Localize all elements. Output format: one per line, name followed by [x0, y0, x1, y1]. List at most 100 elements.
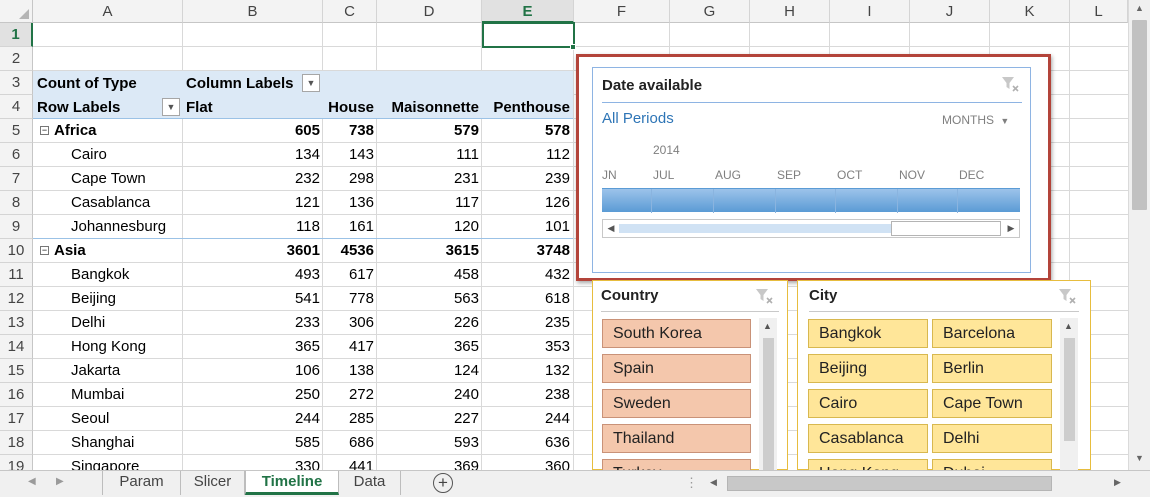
pivot-group-label[interactable]: Africa	[54, 119, 174, 143]
column-header-e[interactable]: E	[482, 0, 574, 23]
tab-timeline[interactable]: Timeline	[245, 471, 339, 495]
scroll-up-icon[interactable]: ▲	[763, 321, 772, 331]
city-slicer-item[interactable]: Cairo	[808, 389, 928, 418]
horizontal-scrollbar[interactable]: ◀ ▶	[705, 474, 1130, 493]
tab-data[interactable]: Data	[339, 471, 401, 495]
row-header-12[interactable]: 12	[0, 287, 33, 311]
row-header-14[interactable]: 14	[0, 335, 33, 359]
country-slicer-item[interactable]: South Korea	[602, 319, 751, 348]
scroll-right-icon[interactable]: ▶	[1004, 221, 1018, 236]
row-header-11[interactable]: 11	[0, 263, 33, 287]
row-header-7[interactable]: 7	[0, 167, 33, 191]
city-slicer[interactable]: City BangkokBeijingCairoCasablancaHong K…	[797, 280, 1091, 488]
pivot-row-label[interactable]: Hong Kong	[71, 335, 181, 359]
pivot-row-label[interactable]: Delhi	[71, 311, 181, 335]
collapse-icon[interactable]: −	[40, 246, 49, 255]
pivot-row-label[interactable]: Singapore	[71, 455, 181, 470]
split-handle-icon[interactable]: ⋮	[685, 475, 698, 491]
row-header-9[interactable]: 9	[0, 215, 33, 239]
country-slicer-scrollbar[interactable]: ▲	[759, 318, 777, 473]
timeline-level-selector[interactable]: MONTHS ▼	[942, 113, 1009, 127]
clear-filter-icon[interactable]	[1000, 74, 1020, 94]
column-header-d[interactable]: D	[377, 0, 482, 23]
column-header-i[interactable]: I	[830, 0, 910, 23]
pivot-row-label[interactable]: Cairo	[71, 143, 181, 167]
vertical-scrollbar[interactable]: ▲ ▼	[1128, 0, 1150, 470]
column-header-h[interactable]: H	[750, 0, 830, 23]
column-header-f[interactable]: F	[574, 0, 670, 23]
column-labels-dropdown-icon[interactable]: ▼	[302, 74, 320, 92]
pivot-row-label[interactable]: Johannesburg	[71, 215, 181, 239]
row-header-19[interactable]: 19	[0, 455, 33, 470]
scroll-left-icon[interactable]: ◀	[710, 477, 717, 488]
timeline-period-bar[interactable]	[602, 188, 1020, 213]
scroll-up-icon[interactable]: ▲	[1135, 3, 1144, 13]
timeline-date-available[interactable]: Date available All Periods MONTHS ▼ 2014…	[592, 67, 1031, 273]
scroll-left-icon[interactable]: ◀	[604, 221, 618, 236]
scroll-down-icon[interactable]: ▼	[1135, 453, 1144, 463]
city-slicer-item[interactable]: Berlin	[932, 354, 1052, 383]
pivot-row-label[interactable]: Cape Town	[71, 167, 181, 191]
row-header-17[interactable]: 17	[0, 407, 33, 431]
row-labels-dropdown-icon[interactable]: ▼	[162, 98, 180, 116]
row-header-15[interactable]: 15	[0, 359, 33, 383]
city-slicer-item[interactable]: Beijing	[808, 354, 928, 383]
prev-sheet-icon[interactable]: ◀	[28, 476, 36, 487]
vertical-scroll-thumb[interactable]	[1132, 20, 1147, 210]
row-header-4[interactable]: 4	[0, 95, 33, 119]
column-header-c[interactable]: C	[323, 0, 377, 23]
timeline-scroll-track[interactable]	[619, 224, 891, 233]
city-slicer-scroll-thumb[interactable]	[1064, 338, 1075, 441]
column-header-b[interactable]: B	[183, 0, 323, 23]
row-header-13[interactable]: 13	[0, 311, 33, 335]
city-slicer-item[interactable]: Bangkok	[808, 319, 928, 348]
row-header-3[interactable]: 3	[0, 71, 33, 95]
pivot-row-label[interactable]: Beijing	[71, 287, 181, 311]
country-slicer[interactable]: Country South KoreaSpainSwedenThailandTu…	[592, 280, 788, 488]
column-header-k[interactable]: K	[990, 0, 1070, 23]
country-slicer-item[interactable]: Thailand	[602, 424, 751, 453]
pivot-group-label[interactable]: Asia	[54, 239, 174, 263]
row-header-6[interactable]: 6	[0, 143, 33, 167]
row-header-8[interactable]: 8	[0, 191, 33, 215]
column-header-l[interactable]: L	[1070, 0, 1128, 23]
country-slicer-scroll-thumb[interactable]	[763, 338, 774, 473]
pivot-row-label[interactable]: Mumbai	[71, 383, 181, 407]
column-header-a[interactable]: A	[33, 0, 183, 23]
clear-filter-icon[interactable]	[1057, 286, 1077, 306]
pivot-row-label[interactable]: Bangkok	[71, 263, 181, 287]
fill-handle[interactable]	[570, 44, 576, 50]
row-header-2[interactable]: 2	[0, 47, 33, 71]
horizontal-scroll-thumb[interactable]	[727, 476, 1052, 491]
city-slicer-item[interactable]: Delhi	[932, 424, 1052, 453]
column-header-j[interactable]: J	[910, 0, 990, 23]
scroll-up-icon[interactable]: ▲	[1064, 321, 1073, 331]
city-slicer-scrollbar[interactable]: ▲	[1060, 318, 1078, 471]
city-slicer-item[interactable]: Cape Town	[932, 389, 1052, 418]
country-slicer-item[interactable]: Sweden	[602, 389, 751, 418]
row-header-18[interactable]: 18	[0, 431, 33, 455]
row-header-10[interactable]: 10	[0, 239, 33, 263]
pivot-row-label[interactable]: Casablanca	[71, 191, 181, 215]
scroll-right-icon[interactable]: ▶	[1114, 477, 1121, 488]
tab-param[interactable]: Param	[103, 471, 181, 495]
pivot-row-label[interactable]: Jakarta	[71, 359, 181, 383]
tab-slicer[interactable]: Slicer	[181, 471, 245, 495]
plus-circle-icon[interactable]: +	[433, 473, 453, 493]
row-header-5[interactable]: 5	[0, 119, 33, 143]
row-header-16[interactable]: 16	[0, 383, 33, 407]
next-sheet-icon[interactable]: ▶	[56, 476, 64, 487]
timeline-scrollbar[interactable]: ◀ ▶	[602, 219, 1020, 238]
timeline-scroll-thumb[interactable]	[891, 221, 1001, 236]
column-header-g[interactable]: G	[670, 0, 750, 23]
pivot-row-label[interactable]: Seoul	[71, 407, 181, 431]
city-slicer-item[interactable]: Barcelona	[932, 319, 1052, 348]
select-all-corner[interactable]	[0, 0, 33, 23]
country-slicer-item[interactable]: Spain	[602, 354, 751, 383]
row-header-1[interactable]: 1	[0, 23, 33, 47]
city-slicer-item[interactable]: Casablanca	[808, 424, 928, 453]
collapse-icon[interactable]: −	[40, 126, 49, 135]
clear-filter-icon[interactable]	[754, 286, 774, 306]
selected-cell-e1[interactable]	[482, 22, 575, 48]
pivot-row-label[interactable]: Shanghai	[71, 431, 181, 455]
